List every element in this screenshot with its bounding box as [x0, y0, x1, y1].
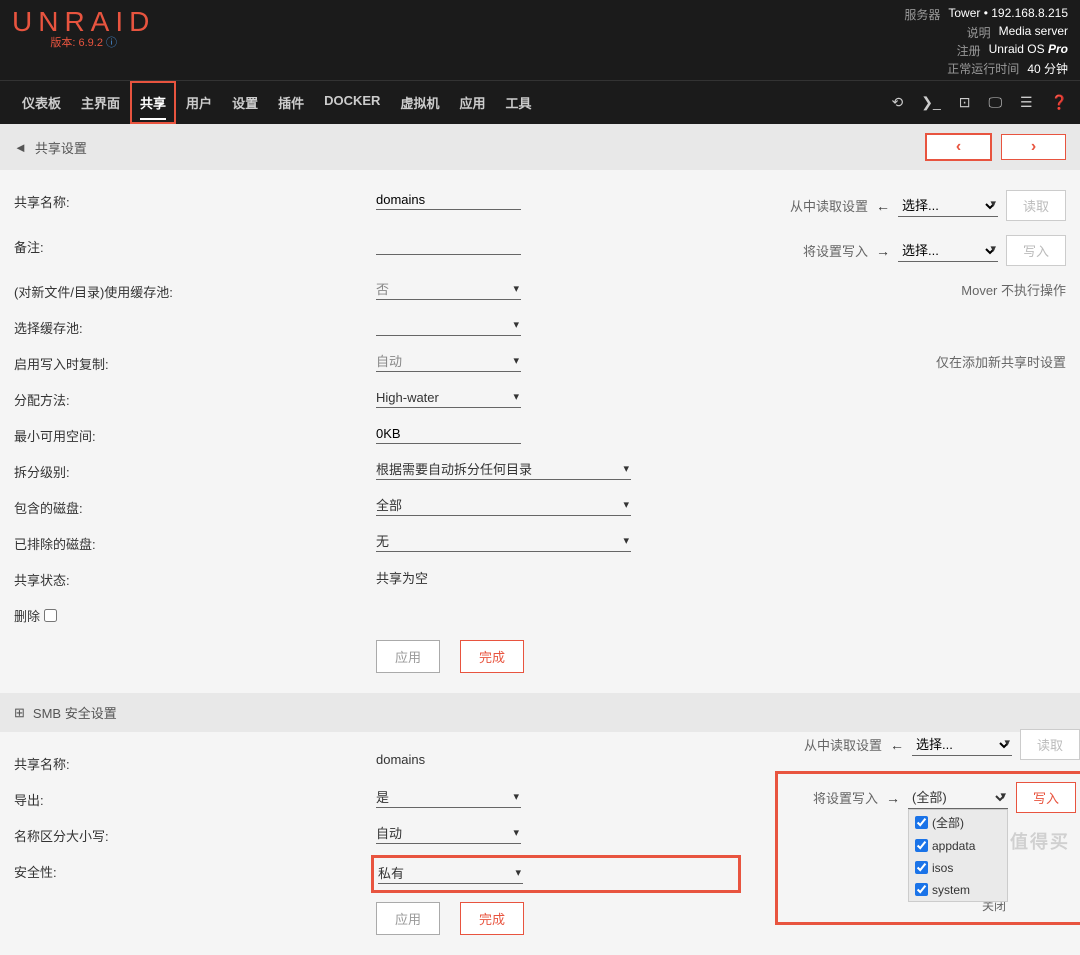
dropdown-option-system[interactable]: system — [909, 879, 1007, 901]
nav-vms[interactable]: 虚拟机 — [390, 81, 449, 124]
alloc-label: 分配方法: — [14, 388, 376, 409]
smb-read-from-label: 从中读取设置 — [804, 735, 882, 754]
apply-button[interactable]: 应用 — [376, 640, 440, 673]
share-icon: ◄ — [14, 140, 27, 155]
security-label: 安全性: — [14, 860, 376, 881]
smb-done-button[interactable]: 完成 — [460, 902, 524, 935]
split-label: 拆分级别: — [14, 460, 376, 481]
comment-label: 备注: — [14, 235, 376, 256]
smb-write-to-select[interactable]: (全部) — [908, 787, 1008, 809]
next-button[interactable]: › — [1001, 134, 1066, 160]
smb-read-from-select[interactable]: 选择... — [912, 734, 1012, 756]
main-nav: 仪表板 主界面 共享 用户 设置 插件 DOCKER 虚拟机 应用 工具 — [12, 81, 541, 124]
minfree-input[interactable] — [376, 424, 521, 444]
delete-checkbox[interactable] — [44, 609, 57, 622]
nav-dashboard[interactable]: 仪表板 — [12, 81, 71, 124]
windows-icon: ⊞ — [14, 705, 25, 721]
pool-select[interactable] — [376, 316, 521, 336]
monitor-icon[interactable]: 🖵 — [989, 94, 1003, 111]
status-value: 共享为空 — [376, 571, 428, 586]
smb-name-label: 共享名称: — [14, 752, 376, 773]
refresh-icon[interactable]: ⟲ — [892, 94, 904, 111]
export-select[interactable]: 是 — [376, 788, 521, 808]
excluded-select[interactable]: 无 — [376, 532, 631, 552]
read-from-label: 从中读取设置 — [790, 196, 868, 215]
arrow-left-icon: ← — [890, 737, 904, 753]
nav-plugins[interactable]: 插件 — [268, 81, 314, 124]
section-smb-title: ⊞ SMB 安全设置 — [14, 703, 117, 722]
smb-write-button[interactable]: 写入 — [1016, 782, 1076, 813]
share-name-input[interactable] — [376, 190, 521, 210]
server-info: 服务器Tower • 192.168.8.215 说明Media server … — [904, 6, 1068, 78]
cache-label: (对新文件/目录)使用缓存池: — [14, 280, 376, 301]
smb-write-to-label: 将设置写入 — [813, 788, 878, 807]
arrow-right-icon: → — [876, 243, 890, 259]
nav-tools[interactable]: 工具 — [495, 81, 541, 124]
nav-settings[interactable]: 设置 — [222, 81, 268, 124]
case-label: 名称区分大小写: — [14, 824, 376, 845]
security-select[interactable]: 私有 — [378, 864, 523, 884]
arrow-right-icon: → — [886, 790, 900, 806]
minfree-label: 最小可用空间: — [14, 424, 376, 445]
nav-apps[interactable]: 应用 — [449, 81, 495, 124]
split-select[interactable]: 根据需要自动拆分任何目录 — [376, 460, 631, 480]
case-select[interactable]: 自动 — [376, 824, 521, 844]
smb-read-button[interactable]: 读取 — [1020, 729, 1080, 760]
mover-note: Mover 不执行操作 — [961, 280, 1066, 299]
done-button[interactable]: 完成 — [460, 640, 524, 673]
terminal-icon[interactable]: ❯_ — [921, 94, 941, 111]
cow-note: 仅在添加新共享时设置 — [936, 352, 1066, 371]
smb-name-value: domains — [376, 752, 425, 767]
write-to-dropdown[interactable]: (全部) appdata isos system — [908, 809, 1008, 902]
feedback-icon[interactable]: ⊡ — [959, 94, 971, 111]
excluded-label: 已排除的磁盘: — [14, 532, 376, 553]
included-select[interactable]: 全部 — [376, 496, 631, 516]
cow-select[interactable]: 自动 — [376, 352, 521, 372]
help-icon[interactable]: ❓ — [1051, 94, 1068, 111]
read-from-select[interactable]: 选择... — [898, 195, 998, 217]
read-button[interactable]: 读取 — [1006, 190, 1066, 221]
pool-label: 选择缓存池: — [14, 316, 376, 337]
nav-docker[interactable]: DOCKER — [314, 81, 390, 124]
arrow-left-icon: ← — [876, 198, 890, 214]
nav-main[interactable]: 主界面 — [71, 81, 130, 124]
comment-input[interactable] — [376, 235, 521, 255]
prev-button[interactable]: ‹ — [926, 134, 991, 160]
alloc-select[interactable]: High-water — [376, 388, 521, 408]
included-label: 包含的磁盘: — [14, 496, 376, 517]
smb-apply-button[interactable]: 应用 — [376, 902, 440, 935]
nav-shares[interactable]: 共享 — [130, 81, 176, 124]
delete-label: 删除 — [14, 606, 40, 625]
dropdown-option-isos[interactable]: isos — [909, 857, 1007, 879]
cow-label: 启用写入时复制: — [14, 352, 376, 373]
write-to-label: 将设置写入 — [803, 241, 868, 260]
section-share-settings-title: ◄ 共享设置 — [14, 138, 87, 157]
info-icon[interactable]: ⓘ — [106, 37, 117, 49]
export-label: 导出: — [14, 788, 376, 809]
write-to-select[interactable]: 选择... — [898, 240, 998, 262]
log-icon[interactable]: ☰ — [1020, 94, 1033, 111]
status-label: 共享状态: — [14, 568, 376, 589]
write-button[interactable]: 写入 — [1006, 235, 1066, 266]
dropdown-option-all[interactable]: (全部) — [909, 810, 1007, 835]
nav-users[interactable]: 用户 — [176, 81, 222, 124]
cache-select[interactable]: 否 — [376, 280, 521, 300]
share-name-label: 共享名称: — [14, 190, 376, 211]
dropdown-option-appdata[interactable]: appdata — [909, 835, 1007, 857]
